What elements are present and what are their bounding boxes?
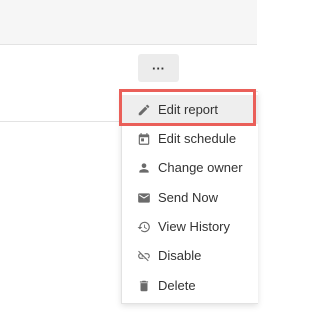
menu-item-view-history[interactable]: View History: [122, 212, 258, 241]
menu-item-send-now[interactable]: Send Now: [122, 183, 258, 212]
history-icon: [136, 219, 151, 234]
more-actions-button[interactable]: ···: [138, 54, 179, 82]
menu-item-label: Edit schedule: [158, 131, 237, 146]
pencil-icon: [136, 102, 151, 117]
menu-item-label: Disable: [158, 248, 202, 263]
more-horizontal-icon: ···: [152, 60, 165, 76]
actions-menu: Edit report Edit schedule Change owner S…: [121, 91, 258, 304]
header-band: [0, 0, 257, 45]
menu-item-label: Send Now: [158, 190, 218, 205]
menu-item-edit-schedule[interactable]: Edit schedule: [122, 124, 258, 153]
menu-item-label: View History: [158, 219, 231, 234]
menu-item-edit-report[interactable]: Edit report: [122, 95, 258, 124]
envelope-icon: [136, 190, 151, 205]
menu-item-disable[interactable]: Disable: [122, 241, 258, 270]
link-off-icon: [136, 248, 151, 263]
person-icon: [136, 160, 151, 175]
page: ··· Edit report Edit schedule Change own…: [0, 0, 258, 318]
trash-icon: [136, 278, 151, 293]
menu-item-label: Change owner: [158, 160, 243, 175]
menu-item-label: Edit report: [158, 102, 218, 117]
menu-item-delete[interactable]: Delete: [122, 271, 258, 300]
menu-item-label: Delete: [158, 278, 196, 293]
calendar-icon: [136, 131, 151, 146]
content-divider: [0, 121, 122, 122]
menu-item-change-owner[interactable]: Change owner: [122, 153, 258, 182]
